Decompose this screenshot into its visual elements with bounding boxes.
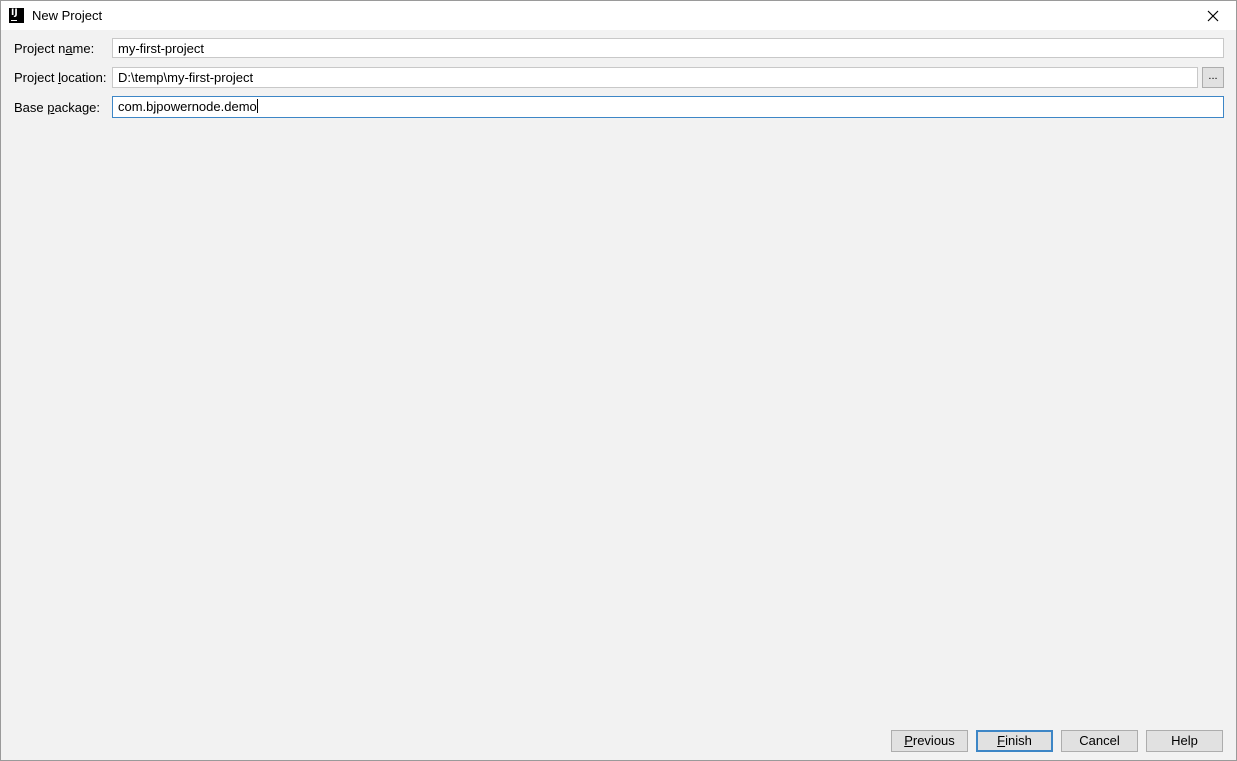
- project-name-label: Project name:: [14, 41, 95, 56]
- help-button[interactable]: Help: [1146, 730, 1223, 752]
- text-caret: [256, 99, 258, 113]
- project-location-label: Project location:: [14, 70, 107, 85]
- project-name-input[interactable]: my-first-project: [112, 38, 1224, 58]
- new-project-dialog: IJ New Project Project name: my-first-pr…: [0, 0, 1237, 761]
- dialog-title: New Project: [32, 8, 103, 23]
- project-location-input[interactable]: D:\temp\my-first-project: [112, 67, 1198, 88]
- browse-location-button[interactable]: ...: [1202, 67, 1224, 88]
- previous-button[interactable]: Previous: [891, 730, 968, 752]
- finish-button[interactable]: Finish: [976, 730, 1053, 752]
- title-bar[interactable]: IJ New Project: [1, 1, 1236, 30]
- close-icon: [1207, 10, 1219, 21]
- cancel-button[interactable]: Cancel: [1061, 730, 1138, 752]
- base-package-label: Base package:: [14, 100, 101, 115]
- close-button[interactable]: [1190, 1, 1236, 30]
- base-package-input[interactable]: com.bjpowernode.demo: [112, 96, 1224, 118]
- intellij-app-icon: IJ: [9, 8, 24, 23]
